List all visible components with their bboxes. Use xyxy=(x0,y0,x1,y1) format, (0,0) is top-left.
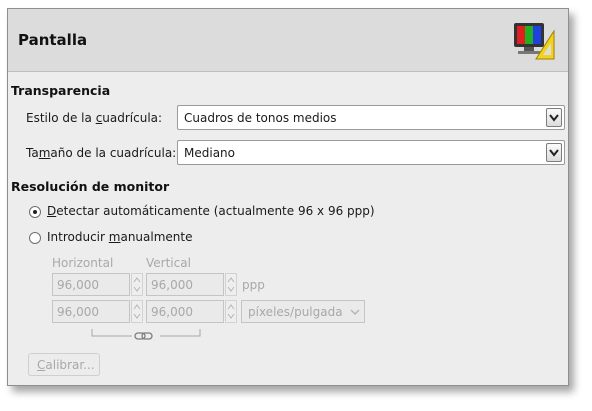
chevron-down-icon xyxy=(350,309,360,316)
panel-header: Pantalla xyxy=(8,9,568,72)
spin-arrows-icon[interactable] xyxy=(225,273,237,296)
spin-arrows-icon[interactable] xyxy=(131,300,143,323)
chevron-down-icon[interactable] xyxy=(546,143,562,162)
grid-size-value: Mediano xyxy=(184,146,235,160)
horizontal-label: Horizontal xyxy=(52,256,114,270)
vertical-pixels-input[interactable]: 96,000 xyxy=(146,300,224,323)
transparency-section-title: Transparencia xyxy=(11,83,111,98)
grid-style-label: Estilo de la cuadrícula: xyxy=(26,111,163,125)
radio-manual[interactable] xyxy=(29,232,41,244)
radio-auto-detect[interactable] xyxy=(29,206,41,218)
radio-selected-dot xyxy=(33,210,37,214)
spin-arrows-icon[interactable] xyxy=(225,300,237,323)
calibrate-button[interactable]: Calibrar... xyxy=(28,353,100,376)
vertical-label: Vertical xyxy=(146,256,191,270)
grid-style-select[interactable]: Cuadros de tonos medios xyxy=(177,105,565,130)
ppp-unit-label: ppp xyxy=(242,278,265,292)
page-title: Pantalla xyxy=(18,31,88,49)
chain-link-icon[interactable] xyxy=(90,327,202,341)
grid-style-value: Cuadros de tonos medios xyxy=(184,111,337,125)
resolution-section-title: Resolución de monitor xyxy=(11,179,170,194)
grid-size-label: Tamaño de la cuadrícula: xyxy=(26,146,177,160)
vertical-ppp-input[interactable]: 96,000 xyxy=(146,273,224,296)
grid-size-select[interactable]: Mediano xyxy=(177,140,565,165)
horizontal-ppp-input[interactable]: 96,000 xyxy=(52,273,130,296)
preferences-panel: Pantalla Transparencia Estilo de la cuad… xyxy=(7,8,569,386)
horizontal-pixels-input[interactable]: 96,000 xyxy=(52,300,130,323)
manual-label[interactable]: Introducir manualmente xyxy=(47,230,193,244)
unit-select[interactable]: píxeles/pulgada xyxy=(241,300,365,323)
display-color-icon xyxy=(512,19,556,63)
spin-arrows-icon[interactable] xyxy=(131,273,143,296)
chevron-down-icon[interactable] xyxy=(546,108,562,127)
auto-detect-label[interactable]: Detectar automáticamente (actualmente 96… xyxy=(47,204,375,218)
